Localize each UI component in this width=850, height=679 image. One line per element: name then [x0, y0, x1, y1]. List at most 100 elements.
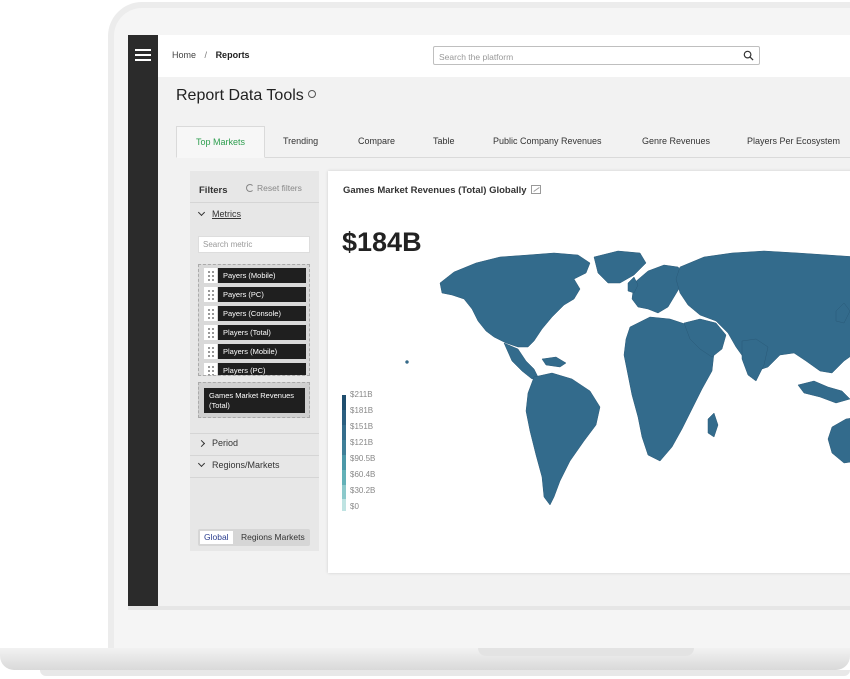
legend-label: $60.4B: [350, 470, 376, 479]
period-label: Period: [212, 438, 239, 448]
breadcrumb-home[interactable]: Home: [172, 50, 196, 60]
metric-pill[interactable]: Payers (PC): [218, 287, 306, 302]
metric-pill[interactable]: Players (Mobile): [218, 344, 306, 359]
app-screen: Home / Reports Report Data Tools Top Mar…: [128, 35, 850, 606]
tab-trending[interactable]: Trending: [283, 126, 318, 158]
metric-item[interactable]: Players (Total): [204, 325, 306, 340]
chart-card: Games Market Revenues (Total) Globally $…: [328, 171, 850, 573]
page-title: Report Data Tools: [176, 87, 316, 105]
drag-handle-icon[interactable]: [204, 287, 217, 302]
metric-search-input[interactable]: [198, 236, 310, 253]
legend-swatch: [342, 455, 346, 470]
chart-title-text: Games Market Revenues (Total) Globally: [343, 185, 527, 196]
regions-label: Regions/Markets: [212, 460, 280, 470]
map-region-hawaii: [405, 360, 409, 364]
metric-pill[interactable]: Players (Total): [218, 325, 306, 340]
legend-swatch: [342, 440, 346, 455]
map-region-australia: [827, 418, 850, 464]
divider: [190, 477, 319, 478]
tab-players-per-ecosystem[interactable]: Players Per Ecosystem: [747, 126, 840, 158]
map-region-europe: [631, 264, 687, 314]
drag-handle-icon[interactable]: [204, 344, 217, 359]
tab-public-company-revenues[interactable]: Public Company Revenues: [493, 126, 602, 158]
legend-label: $90.5B: [350, 454, 376, 463]
legend-label: $151B: [350, 422, 374, 431]
map-region-madagascar: [707, 412, 719, 438]
line-chart-icon[interactable]: [530, 185, 541, 194]
tab-table[interactable]: Table: [433, 126, 455, 158]
metric-pill[interactable]: Payers (Console): [218, 306, 306, 321]
legend-label: $211B: [350, 390, 373, 399]
reset-filters-button[interactable]: Reset filters: [246, 183, 302, 193]
tab-compare[interactable]: Compare: [358, 126, 395, 158]
legend-swatch: [342, 485, 346, 499]
legend-swatch: [342, 425, 346, 440]
legend-swatch: [342, 410, 346, 425]
screen-bezel-bottom: [128, 606, 850, 610]
tab-genre-revenues[interactable]: Genre Revenues: [642, 126, 710, 158]
filters-header: Filters Reset filters: [190, 171, 319, 203]
search-box: [433, 46, 760, 66]
map-region-central-america: [503, 342, 539, 380]
reset-filters-label: Reset filters: [257, 183, 302, 193]
top-bar: Home / Reports: [158, 35, 850, 77]
metric-item[interactable]: Payers (PC): [204, 287, 306, 302]
metric-list: Payers (Mobile) Payers (PC) Payers (Cons…: [198, 264, 310, 376]
legend-label: $181B: [350, 406, 374, 415]
metrics-label: Metrics: [212, 209, 241, 219]
map-region-india: [741, 338, 769, 382]
map-region-southeast-asia: [797, 380, 850, 404]
page-title-text: Report Data Tools: [176, 87, 304, 104]
filters-title: Filters: [199, 185, 228, 196]
metric-item[interactable]: Payers (Console): [204, 306, 306, 321]
region-toggle: Global Regions Markets: [198, 529, 310, 546]
side-rail: [128, 35, 158, 606]
chevron-down-icon: [197, 459, 206, 468]
breadcrumb-current: Reports: [215, 50, 250, 60]
tab-top-markets[interactable]: Top Markets: [176, 126, 265, 158]
map-region-north-america: [439, 252, 591, 348]
map-region-caribbean: [541, 356, 567, 368]
drag-handle-icon[interactable]: [204, 306, 217, 321]
info-icon[interactable]: [307, 90, 316, 98]
laptop-notch: [478, 648, 694, 656]
chart-title: Games Market Revenues (Total) Globally: [343, 185, 541, 196]
metric-item[interactable]: Players (Mobile): [204, 344, 306, 359]
breadcrumb-separator: /: [204, 50, 208, 60]
metric-item[interactable]: Payers (Mobile): [204, 268, 306, 283]
report-tabs: Top Markets Trending Compare Table Publi…: [176, 126, 850, 158]
legend-label: $0: [350, 502, 359, 511]
divider: [190, 455, 319, 456]
drag-handle-icon[interactable]: [204, 268, 217, 283]
metric-pill[interactable]: Payers (Mobile): [218, 268, 306, 283]
reset-icon: [246, 184, 254, 192]
total-value: $184B: [342, 227, 422, 257]
hamburger-menu-icon[interactable]: [135, 48, 151, 62]
period-section-toggle[interactable]: Period: [190, 435, 319, 455]
search-icon[interactable]: [743, 50, 754, 61]
metric-pill[interactable]: Players (PC): [218, 363, 306, 375]
laptop-base: [0, 648, 850, 670]
metric-item[interactable]: Players (PC): [204, 363, 306, 375]
map-region-south-america: [525, 372, 601, 506]
filters-panel: Filters Reset filters Metrics Payers (Mo…: [190, 171, 319, 551]
legend-swatch: [342, 499, 346, 511]
map-region-greenland: [593, 250, 647, 284]
region-option-global[interactable]: Global: [200, 531, 233, 544]
legend-swatch: [342, 470, 346, 485]
region-option-regions-markets[interactable]: Regions Markets: [237, 531, 309, 544]
drag-handle-icon[interactable]: [204, 363, 217, 375]
breadcrumb: Home / Reports: [172, 50, 250, 60]
selected-metric-pill[interactable]: Games Market Revenues (Total): [204, 388, 305, 413]
legend-label: $121B: [350, 438, 374, 447]
search-input[interactable]: [434, 48, 724, 66]
metrics-section-toggle[interactable]: Metrics: [190, 206, 319, 226]
legend-swatch: [342, 395, 346, 410]
drag-handle-icon[interactable]: [204, 325, 217, 340]
legend-color-scale: [342, 395, 346, 511]
laptop-bottom-shade: [40, 670, 850, 676]
divider: [190, 433, 319, 434]
regions-section-toggle[interactable]: Regions/Markets: [190, 457, 319, 477]
chevron-down-icon: [197, 208, 206, 217]
selected-metric-dropzone[interactable]: Games Market Revenues (Total): [198, 382, 310, 418]
